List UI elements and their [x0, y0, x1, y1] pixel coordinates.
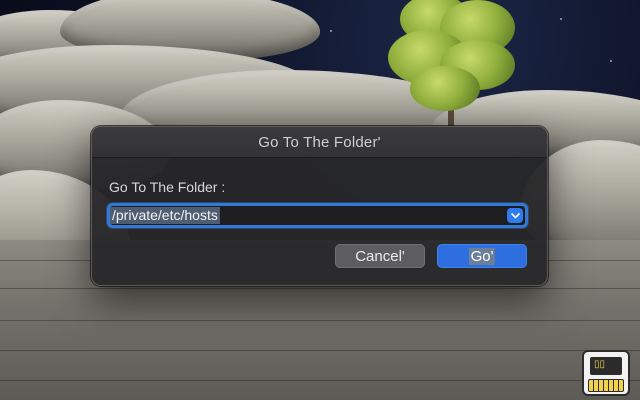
rock-crack: [0, 320, 640, 321]
rock-crack: [0, 288, 640, 289]
folder-path-input[interactable]: /private/etc/hosts: [107, 203, 528, 228]
screen-glyph-icon: ▯▯: [594, 359, 606, 370]
go-button-label: Go': [468, 247, 496, 265]
chevron-down-icon: [510, 212, 520, 218]
star: [330, 30, 332, 32]
rock-crack: [0, 350, 640, 351]
tree-foliage: [410, 66, 480, 111]
cancel-button[interactable]: Cancel': [335, 244, 425, 268]
star: [610, 60, 612, 62]
recent-folders-dropdown-button[interactable]: [507, 208, 523, 223]
folder-path-value[interactable]: /private/etc/hosts: [110, 207, 220, 224]
cancel-button-label: Cancel': [355, 247, 405, 265]
dialog-titlebar: Go To The Folder': [92, 127, 547, 158]
computer-keyboard-icon: ▯▯: [582, 350, 630, 396]
folder-path-label: Go To The Folder :: [109, 179, 226, 195]
dialog-title: Go To The Folder': [258, 133, 381, 151]
go-to-folder-dialog: Go To The Folder' Go To The Folder : /pr…: [91, 126, 548, 286]
rock-crack: [0, 380, 640, 381]
go-button[interactable]: Go': [437, 244, 527, 268]
star: [560, 18, 562, 20]
keyboard-icon: [588, 379, 624, 392]
monitor-icon: ▯▯: [590, 357, 622, 375]
